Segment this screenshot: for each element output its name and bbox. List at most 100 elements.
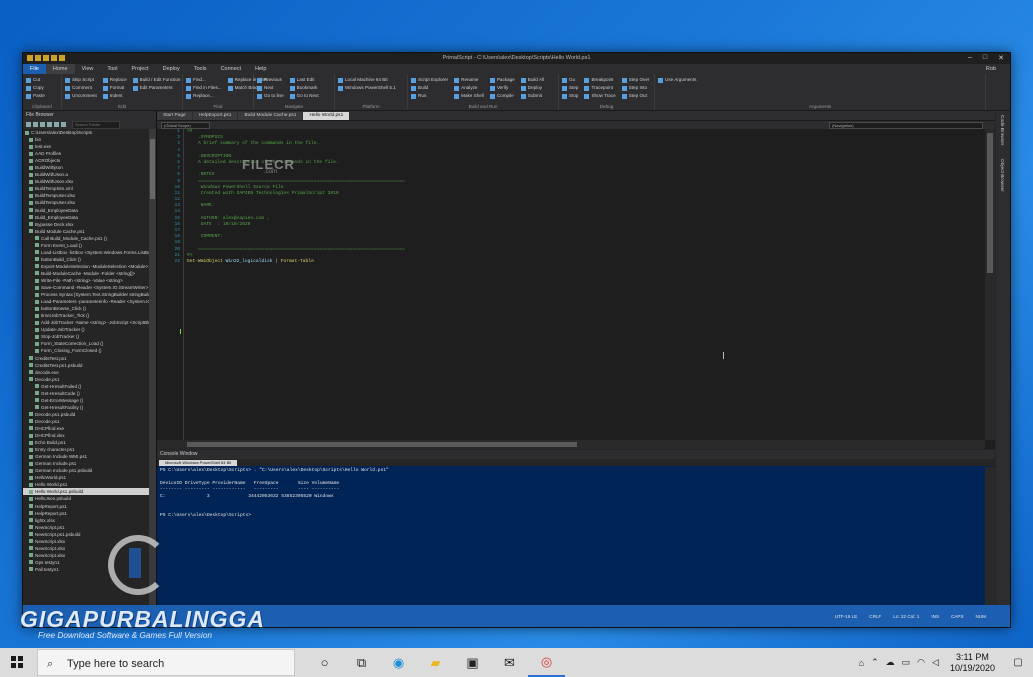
file-tree-item[interactable]: Decode.ps1 <box>23 418 149 425</box>
menu-connect[interactable]: Connect <box>214 64 249 74</box>
scope-dropdown[interactable]: (Global Scope) <box>161 121 210 129</box>
ribbon-button[interactable]: Stop <box>562 92 578 100</box>
file-tree-item[interactable]: Entry character.ps1 <box>23 446 149 453</box>
store-icon[interactable]: ▣ <box>454 648 491 677</box>
ribbon-button[interactable]: Step Into <box>621 84 650 92</box>
ribbon-button[interactable]: Package <box>489 76 515 84</box>
code-area[interactable]: 1 2 3 4 5 6 7 8 9 10 11 12 13 14 15 16 17 18 19 20 21 22 <# .… <box>157 129 985 440</box>
ribbon-button[interactable]: Find in Files... <box>186 84 222 92</box>
file-tree-item[interactable]: Get-HresultFacility () <box>23 404 149 411</box>
ribbon-button[interactable]: Previous <box>257 76 284 84</box>
file-tree-item[interactable]: CreditsTest.ps1 <box>23 355 149 362</box>
file-tree-item[interactable]: Build_EmployeeData <box>23 207 149 214</box>
file-tree-item[interactable]: buttonBuild_Click () <box>23 256 149 263</box>
file-tree-item[interactable]: Build Module Cache.ps1 <box>23 228 149 235</box>
file-tree-item[interactable]: Decode.ps1 <box>23 376 149 383</box>
menu-help[interactable]: Help <box>248 64 273 74</box>
forward-icon[interactable] <box>33 122 38 127</box>
file-tree-item[interactable]: buttonBrowse_Click () <box>23 305 149 312</box>
ribbon-button[interactable]: Rename <box>454 76 484 84</box>
file-tree-item[interactable]: CreditsTest.ps1.psbuild <box>23 362 149 369</box>
maximize-button[interactable]: □ <box>983 54 987 62</box>
menu-tool[interactable]: Tool <box>100 64 124 74</box>
file-tree-item[interactable]: ACRObjects <box>23 157 149 164</box>
ribbon-button[interactable]: Copy <box>26 84 45 92</box>
ribbon-button[interactable]: Uncomment <box>65 92 97 100</box>
home-icon[interactable] <box>54 122 59 127</box>
file-tree-item[interactable]: Echo Build.ps1 <box>23 439 149 446</box>
file-tree-item[interactable]: Stop-JobTracker () <box>23 333 149 340</box>
file-tree-item[interactable]: Form_Closing_FormClosed () <box>23 347 149 354</box>
file-tree-item[interactable]: HelloWorld.ps1 <box>23 474 149 481</box>
ribbon-button[interactable]: Go to line <box>257 92 284 100</box>
ribbon-button[interactable]: Verify <box>489 84 515 92</box>
windows-start-icon[interactable] <box>11 656 23 668</box>
file-tree-item[interactable]: Bypasse Deck.xlsx <box>23 221 149 228</box>
ribbon-button[interactable]: Replace <box>102 76 127 84</box>
file-tree-item[interactable]: BuildTempSim.xml <box>23 185 149 192</box>
console-tab[interactable]: Microsoft Windows PowerShell 64 Bit <box>159 459 238 466</box>
file-tree-item[interactable]: Hello World.ps1.psbuild <box>23 488 149 496</box>
file-tree-item[interactable]: Write-File -Path <string> -Value <string… <box>23 277 149 284</box>
file-tree-item[interactable]: Get-HresultCode () <box>23 390 149 397</box>
ribbon-button[interactable]: Build <box>411 84 448 92</box>
people-icon[interactable]: ⌂ <box>859 658 864 668</box>
file-tree-item[interactable]: Load-Listbox -listbox <System.Windows.Fo… <box>23 249 149 256</box>
menu-tools[interactable]: Tools <box>187 64 214 74</box>
file-tree-item[interactable]: timerJobTracker_Tick () <box>23 312 149 319</box>
ribbon-button[interactable]: Next <box>257 84 284 92</box>
file-tree-item[interactable]: Add-JobTracker -Name <string> -JobScript… <box>23 319 149 326</box>
editor-vertical-scrollbar[interactable] <box>985 129 995 440</box>
file-tree-item[interactable]: HelloJson.psbuild <box>23 495 149 502</box>
task-view-icon[interactable]: ⧉ <box>343 648 380 677</box>
menu-deploy[interactable]: Deploy <box>156 64 187 74</box>
file-tree-item[interactable]: AAD Profiles <box>23 150 149 157</box>
chrome-icon[interactable]: ◎ <box>528 648 565 677</box>
refresh-icon[interactable] <box>47 122 52 127</box>
ribbon-button[interactable]: Compile <box>489 92 515 100</box>
file-tree-item[interactable]: lightx.xlsx <box>23 517 149 524</box>
menu-project[interactable]: Project <box>124 64 155 74</box>
file-tree-item[interactable]: German Include WMI.ps1 <box>23 453 149 460</box>
mail-icon[interactable]: ✉ <box>491 648 528 677</box>
show-hidden-icons-icon[interactable]: ⌃ <box>871 657 879 668</box>
object-browser-tab[interactable]: Object Browser <box>999 159 1004 192</box>
notification-icon[interactable]: ▢ <box>1009 654 1027 672</box>
ribbon-button[interactable]: Find... <box>186 76 222 84</box>
network-icon[interactable]: ☁ <box>886 657 895 668</box>
file-tree-item[interactable]: Load-Parameters -parameterinfo -Reader <… <box>23 298 149 305</box>
ribbon-button[interactable]: Go to Next <box>289 92 319 100</box>
ribbon-button[interactable]: Replace... <box>186 92 222 100</box>
file-tree-item[interactable]: Build-ModuleCache -Module -Folder <strin… <box>23 270 149 277</box>
back-icon[interactable] <box>26 122 31 127</box>
file-tree-item[interactable]: Export-ModuleSelection -ModuleSelection … <box>23 263 149 270</box>
account-label[interactable]: Rob <box>986 66 1010 72</box>
file-tree-item[interactable]: BuildWithJson.a <box>23 171 149 178</box>
file-tree-item[interactable]: Get-ErrorMessage () <box>23 397 149 404</box>
file-tree-item[interactable]: Hello World.ps1 <box>23 481 149 488</box>
ribbon-button[interactable]: Build / Edit Function <box>132 76 180 84</box>
file-tree-item[interactable]: Call Build_Module_Cache.ps1 () <box>23 235 149 242</box>
close-button[interactable]: ✕ <box>998 54 1004 62</box>
menu-file[interactable]: File <box>23 64 46 74</box>
ribbon-button[interactable]: Cut <box>26 76 45 84</box>
file-tree-item[interactable]: BuildWithJson.xlsx <box>23 178 149 185</box>
file-tree-item[interactable]: Process Syntax [System.Text.StringBuilde… <box>23 291 149 298</box>
file-browser-scrollbar[interactable] <box>149 129 156 605</box>
editor-tab[interactable]: Build Module Cache.ps1 <box>238 112 303 120</box>
ribbon-button[interactable]: Format <box>102 84 127 92</box>
file-tree-item[interactable]: HelpReport.ps1 <box>23 510 149 517</box>
ribbon-button[interactable]: Use Arguments <box>658 76 696 84</box>
file-tree-item[interactable]: Update-JobTracker () <box>23 326 149 333</box>
minimize-button[interactable]: – <box>968 54 972 62</box>
ribbon-button[interactable]: Show Trace <box>584 92 616 100</box>
file-tree-item[interactable]: BuildTempUser.xlsx <box>23 192 149 199</box>
file-tree-item[interactable]: German Include.ps1 <box>23 460 149 467</box>
ribbon-button[interactable]: Run <box>411 92 448 100</box>
file-tree-item[interactable]: Build_EmployeeData <box>23 214 149 221</box>
file-tree-item[interactable]: Form_StateCorrection_Load () <box>23 340 149 347</box>
file-tree-item[interactable]: decode.exe <box>23 369 149 376</box>
file-tree-item[interactable]: Decode.ps1.psbuild <box>23 411 149 418</box>
taskbar-search-box[interactable]: ⌕ Type here to search <box>37 649 295 676</box>
ribbon-button[interactable]: Paste <box>26 92 45 100</box>
